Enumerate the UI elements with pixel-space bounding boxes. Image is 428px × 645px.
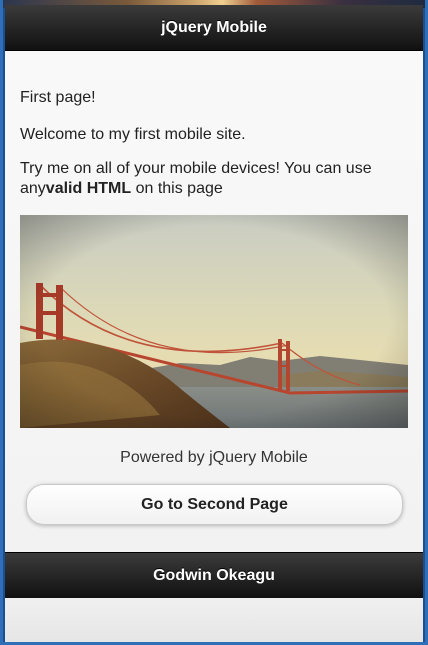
intro-text-bold: valid HTML xyxy=(45,180,132,197)
powered-by-text: Powered by jQuery Mobile xyxy=(120,449,308,466)
page-content: First page! Welcome to my first mobile s… xyxy=(5,51,423,552)
button-label: Go to Second Page xyxy=(141,495,288,513)
intro-paragraph: Try me on all of your mobile devices! Yo… xyxy=(20,159,410,199)
go-to-second-page-button[interactable]: Go to Second Page xyxy=(26,484,403,525)
page-footer: Godwin Okeagu xyxy=(5,552,423,598)
page-bottom-area xyxy=(5,598,423,642)
intro-text-end: on this page xyxy=(131,180,223,197)
footer-title: Godwin Okeagu xyxy=(153,566,275,584)
welcome-text: Welcome to my first mobile site. xyxy=(20,126,246,143)
header-title: jQuery Mobile xyxy=(161,18,267,36)
bridge-photo xyxy=(20,215,408,428)
page-header: jQuery Mobile xyxy=(5,5,423,51)
mobile-page: jQuery Mobile First page! Welcome to my … xyxy=(5,5,423,642)
first-page-text: First page! xyxy=(20,89,96,106)
